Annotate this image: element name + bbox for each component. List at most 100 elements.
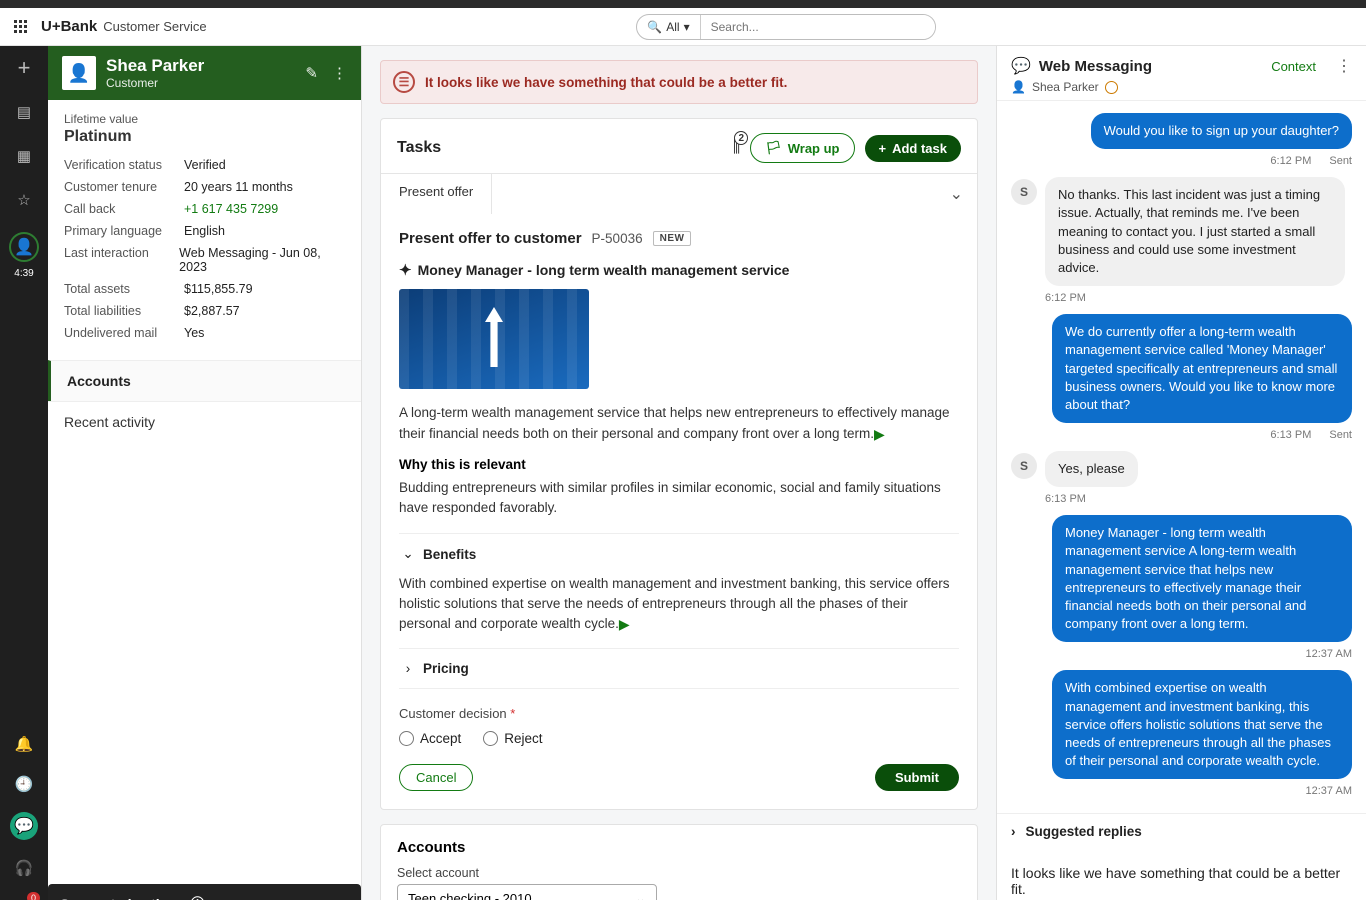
ltv-value: Platinum [64,128,345,146]
new-icon[interactable]: + [12,56,36,80]
app-bar: U+BankCustomer Service 🔍 All ▾ [0,8,1366,46]
pricing-toggle[interactable]: ›Pricing [399,648,959,689]
context-link[interactable]: Context [1271,59,1316,74]
tasks-card: Tasks ⫼2 🏳Wrap up +Add task Present offe… [380,118,978,810]
field-value: English [184,224,225,238]
chat-channel-icon: 💬 [1011,56,1031,76]
info-icon[interactable]: ⓘ [190,894,204,900]
chevron-right-icon: › [1011,824,1016,839]
message-time: 6:13 PM [1270,429,1311,441]
play-icon[interactable]: ▶ [874,424,885,444]
star-icon[interactable]: ☆ [12,188,36,212]
session-timer: 4:39 [14,268,33,279]
plus-icon: + [879,141,887,156]
bell-icon[interactable]: 🔔 [12,732,36,756]
add-task-button[interactable]: +Add task [865,135,962,162]
radio-reject[interactable]: Reject [483,731,542,746]
offer-description: A long-term wealth management service th… [399,403,959,443]
account-select[interactable]: Teen checking - 2010⌄ [397,884,657,900]
headset-icon[interactable]: 🎧 [12,856,36,880]
why-body: Budding entrepreneurs with similar profi… [399,478,959,517]
message-status: Sent [1329,429,1352,441]
search-icon: 🔍 [647,20,662,34]
message-incoming: No thanks. This last incident was just a… [1045,177,1345,286]
message-outgoing: Would you like to sign up your daughter? [1091,113,1352,149]
field-value: Yes [184,326,204,340]
kebab-icon[interactable]: ⋮ [332,64,347,82]
alert-banner: ☰ It looks like we have something that c… [380,60,978,104]
benefits-toggle[interactable]: ⌄Benefits [399,533,959,574]
field-value: Web Messaging - Jun 08, 2023 [179,246,345,274]
message-time: 12:37 AM [1306,785,1352,797]
field-value: $115,855.79 [184,282,253,296]
message-time: 6:13 PM [1045,493,1086,505]
accounts-title: Accounts [381,825,977,860]
search-scope-dropdown[interactable]: 🔍 All ▾ [637,15,700,39]
left-rail: + ▤ ▦ ☆ 👤 4:39 🔔 🕘 💬 🎧 ✉0 ▸ [0,46,48,900]
active-session-icon[interactable]: 👤 [9,232,39,262]
customer-role: Customer [106,76,204,90]
message-outgoing: Money Manager - long term wealth managem… [1052,515,1352,642]
field-label: Call back [64,202,184,216]
wrap-up-button[interactable]: 🏳Wrap up [750,133,854,163]
tab-recent-activity[interactable]: Recent activity [48,401,361,442]
radio-accept[interactable]: Accept [399,731,461,746]
field-label: Verification status [64,158,184,172]
message-input[interactable]: It looks like we have something that cou… [1011,859,1352,900]
chat-party: Shea Parker [1032,80,1099,94]
customer-name: Shea Parker [106,56,204,76]
accounts-card: Accounts Select account Teen checking - … [380,824,978,900]
suggested-actions-panel[interactable]: Suggested actions ⓘ ⌄ NEW Money Manager … [48,884,361,900]
search-input[interactable] [701,15,936,39]
new-badge: NEW [653,231,692,246]
cancel-button[interactable]: Cancel [399,764,473,791]
message-time: 6:12 PM [1270,155,1311,167]
inbox-icon[interactable]: ▤ [12,100,36,124]
sparkle-icon: ✦ [399,261,412,279]
play-icon[interactable]: ▶ [619,614,630,634]
chevron-right-icon: › [401,661,415,676]
person-icon: 👤 [1011,80,1026,94]
customer-avatar-icon: 👤 [62,56,96,90]
chat-icon[interactable]: 💬 [10,812,38,840]
submit-button[interactable]: Submit [875,764,959,791]
kebab-icon[interactable]: ⋮ [1336,56,1352,76]
message-status: Sent [1329,155,1352,167]
global-search[interactable]: 🔍 All ▾ [636,14,936,40]
avatar: S [1011,179,1037,205]
field-label: Undelivered mail [64,326,184,340]
chat-title: Web Messaging [1039,58,1152,75]
message-incoming: Yes, please [1045,451,1138,487]
alert-icon: ☰ [393,71,415,93]
offer-name: ✦Money Manager - long term wealth manage… [399,261,959,279]
field-value[interactable]: +1 617 435 7299 [184,202,278,216]
tasks-title: Tasks [397,139,441,157]
select-account-label: Select account [397,866,961,880]
edit-icon[interactable]: ✎ [305,64,318,82]
field-value: $2,887.57 [184,304,240,318]
chevron-down-icon: ⌄ [401,546,415,562]
grid-icon[interactable]: ▦ [12,144,36,168]
mail-icon[interactable]: ✉0 [12,896,36,900]
benefits-body: With combined expertise on wealth manage… [399,574,959,648]
tab-expand-icon[interactable]: ⌄ [936,174,977,214]
activity-icon[interactable]: ⫼2 [733,139,740,157]
ltv-label: Lifetime value [64,112,345,126]
center-column: ☰ It looks like we have something that c… [362,46,996,900]
sentiment-icon [1105,81,1118,94]
field-value: Verified [184,158,226,172]
tab-accounts[interactable]: Accounts [48,360,361,401]
chat-panel: 💬 Web Messaging Context ⋮ 👤 Shea Parker … [996,46,1366,900]
app-launcher-icon[interactable] [14,20,27,33]
brand: U+BankCustomer Service [41,18,207,36]
offer-title: Present offer to customer [399,230,582,247]
customer-header: 👤 Shea Parker Customer ✎ ⋮ [48,46,361,100]
field-label: Last interaction [64,246,179,274]
chevron-down-icon[interactable]: ⌄ [337,896,349,900]
tab-present-offer[interactable]: Present offer [381,174,492,214]
decision-label: Customer decision * [399,706,515,721]
message-time: 12:37 AM [1306,648,1352,660]
clock-icon[interactable]: 🕘 [12,772,36,796]
suggested-replies-toggle[interactable]: › Suggested replies [997,813,1366,849]
field-label: Primary language [64,224,184,238]
